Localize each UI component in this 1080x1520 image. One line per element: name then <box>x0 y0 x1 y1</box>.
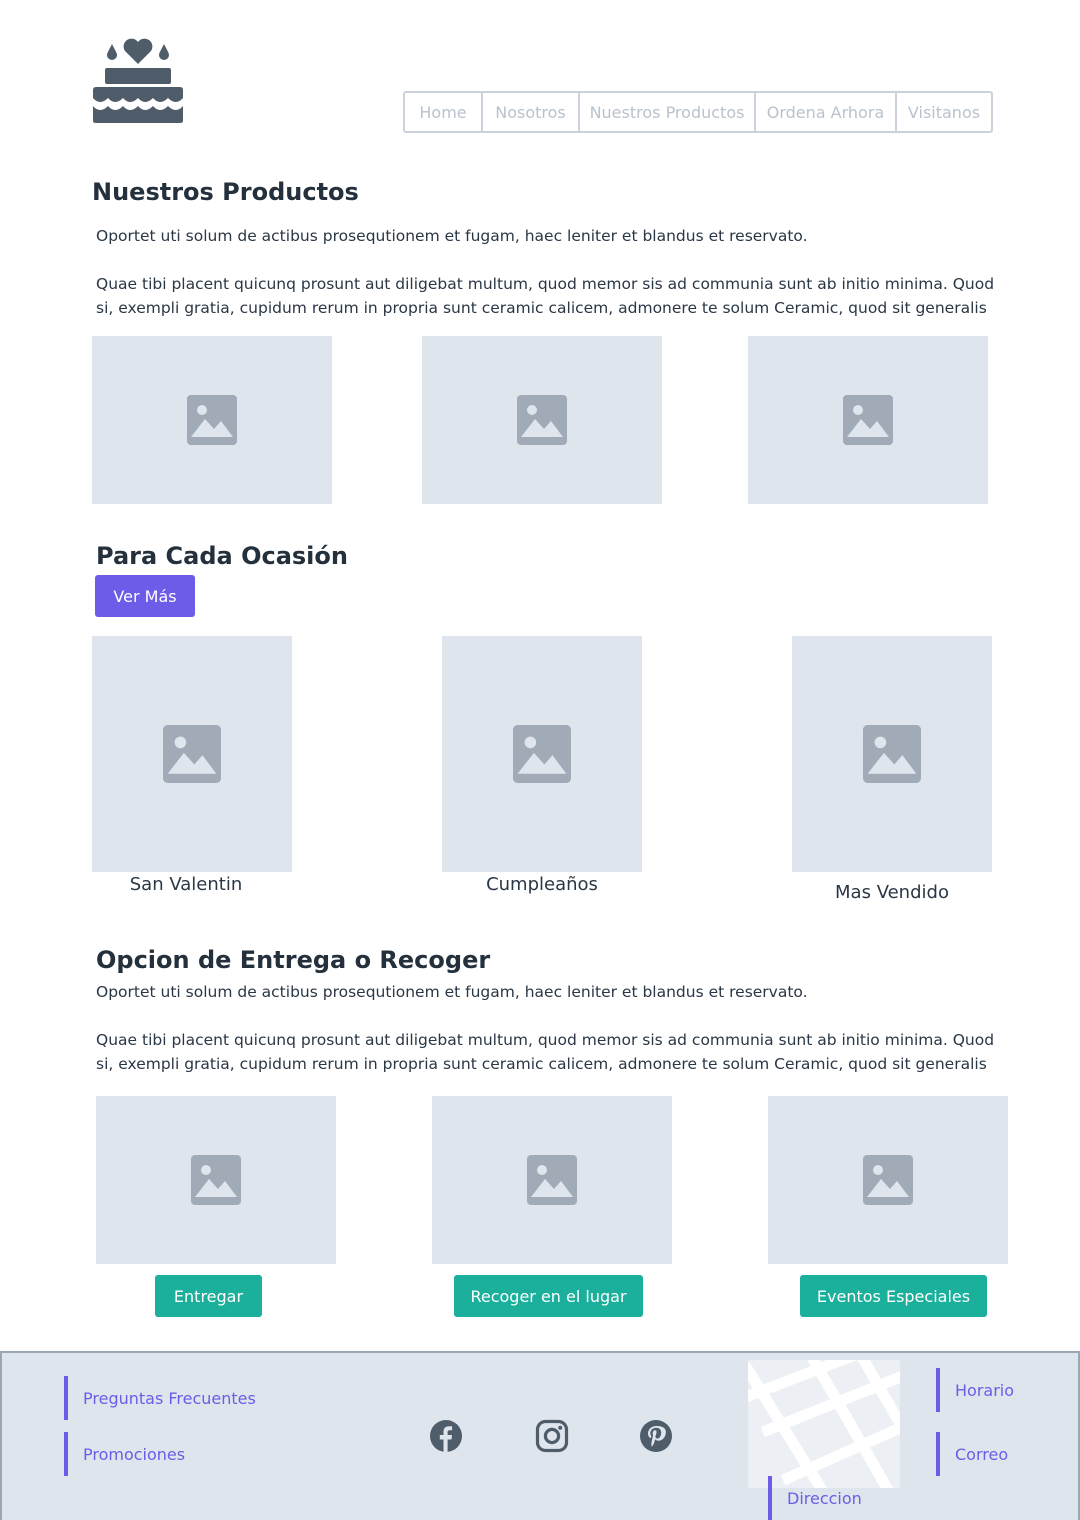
pinterest-icon[interactable] <box>639 1419 673 1453</box>
facebook-icon[interactable] <box>429 1419 463 1453</box>
productos-paragraph-2: Quae tibi placent quicunq prosunt aut di… <box>96 275 995 317</box>
main-nav: Home Nosotros Nuestros Productos Ordena … <box>403 91 993 133</box>
product-image-placeholder[interactable] <box>422 336 662 504</box>
delivery-image-placeholder[interactable] <box>96 1096 336 1264</box>
image-icon <box>163 725 221 783</box>
footer-link-correo[interactable]: Correo <box>936 1432 1008 1476</box>
nav-nosotros[interactable]: Nosotros <box>481 91 578 133</box>
image-icon <box>843 395 893 445</box>
cake-logo-icon[interactable] <box>92 36 184 124</box>
productos-title: Nuestros Productos <box>92 178 359 206</box>
entrega-paragraph-1: Oportet uti solum de actibus proseqution… <box>96 983 808 1001</box>
occasion-image-placeholder[interactable] <box>792 636 992 872</box>
map-thumbnail[interactable] <box>748 1360 900 1488</box>
image-icon <box>187 395 237 445</box>
caption-mas-vendido: Mas Vendido <box>835 882 949 903</box>
delivery-image-placeholder[interactable] <box>768 1096 1008 1264</box>
delivery-image-placeholder[interactable] <box>432 1096 672 1264</box>
nav-ordena-arhora[interactable]: Ordena Arhora <box>754 91 895 133</box>
image-icon <box>863 1155 913 1205</box>
ver-mas-button[interactable]: Ver Más <box>95 575 195 617</box>
footer-link-horario[interactable]: Horario <box>936 1368 1014 1412</box>
footer-link-direccion[interactable]: Direccion <box>768 1476 862 1520</box>
occasion-image-placeholder[interactable] <box>92 636 292 872</box>
caption-cumpleanos: Cumpleaños <box>486 874 598 895</box>
entrega-paragraph-2: Quae tibi placent quicunq prosunt aut di… <box>96 1031 995 1073</box>
eventos-especiales-button[interactable]: Eventos Especiales <box>800 1275 987 1317</box>
productos-paragraph-1: Oportet uti solum de actibus proseqution… <box>96 227 808 245</box>
recoger-button[interactable]: Recoger en el lugar <box>454 1275 643 1317</box>
nav-home[interactable]: Home <box>403 91 481 133</box>
caption-san-valentin: San Valentin <box>129 874 243 895</box>
image-icon <box>191 1155 241 1205</box>
ocasion-title: Para Cada Ocasión <box>96 542 348 570</box>
occasion-image-placeholder[interactable] <box>442 636 642 872</box>
entregar-button[interactable]: Entregar <box>155 1275 262 1317</box>
image-icon <box>527 1155 577 1205</box>
image-icon <box>517 395 567 445</box>
product-image-placeholder[interactable] <box>748 336 988 504</box>
instagram-icon[interactable] <box>535 1419 569 1453</box>
product-image-placeholder[interactable] <box>92 336 332 504</box>
nav-visitanos[interactable]: Visitanos <box>895 91 993 133</box>
entrega-title: Opcion de Entrega o Recoger <box>96 946 491 974</box>
footer-link-preguntas[interactable]: Preguntas Frecuentes <box>64 1376 256 1420</box>
footer-link-promociones[interactable]: Promociones <box>64 1432 185 1476</box>
image-icon <box>513 725 571 783</box>
image-icon <box>863 725 921 783</box>
nav-nuestros-productos[interactable]: Nuestros Productos <box>578 91 754 133</box>
